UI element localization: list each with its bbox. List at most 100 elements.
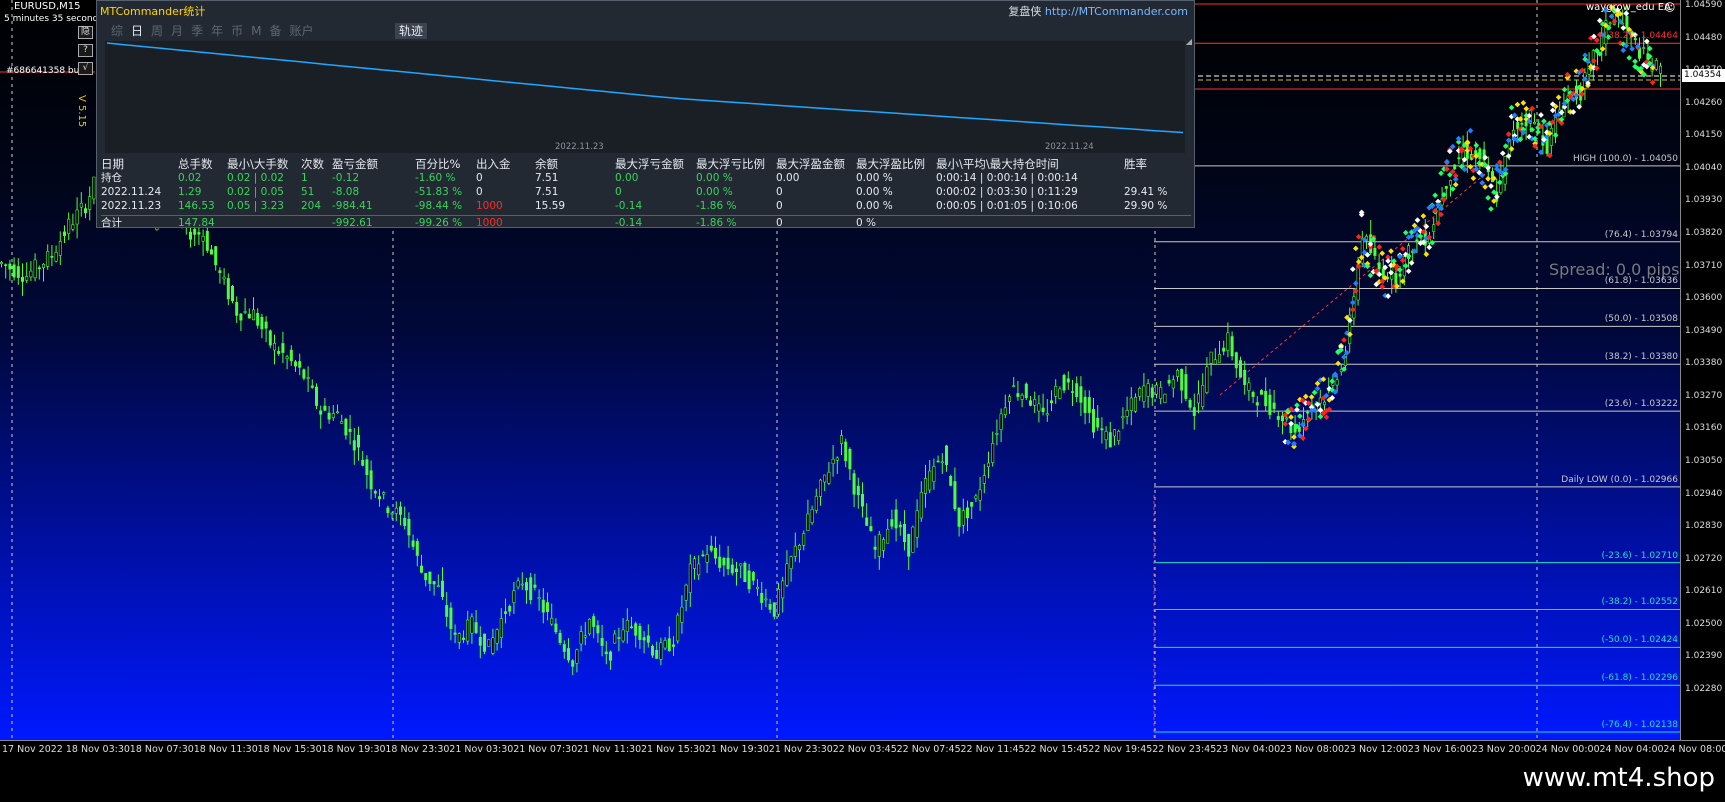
time-tick: 18 Nov 23:30 (385, 744, 450, 755)
candle-body (587, 618, 591, 635)
candle-body (377, 496, 381, 500)
table-cell: 0.00 % (856, 200, 893, 212)
chart-area[interactable]: EURUSD,M15 5 minutes 35 seconds left to … (0, 0, 1680, 740)
candle-body (1549, 128, 1553, 146)
candle-body (642, 637, 646, 641)
trade-marker (1549, 107, 1556, 114)
fib-level-label: (38.2) - 1.03380 (1604, 352, 1678, 363)
candle-body (231, 285, 235, 302)
trade-marker (1649, 79, 1656, 86)
trade-marker (1426, 244, 1433, 251)
candle-body (403, 517, 407, 526)
candle-body (663, 640, 667, 649)
panel-tab[interactable]: 备 (265, 23, 285, 39)
panel-tab[interactable]: 日 (127, 23, 147, 39)
candle-body (827, 471, 831, 484)
candle-body (566, 648, 570, 661)
candle-body (306, 377, 310, 379)
table-cell: 0.00 % (696, 186, 733, 198)
candle-body (915, 510, 919, 538)
panel-tab[interactable]: 年 (207, 23, 227, 39)
help-button[interactable]: ? (78, 44, 93, 57)
candle-body (453, 632, 457, 635)
panel-link[interactable]: 复盘侠 http://MTCommander.com (1008, 3, 1188, 19)
candle-body (344, 418, 348, 436)
trade-marker (1632, 58, 1638, 65)
candle-body (1096, 417, 1100, 428)
candle-body (894, 509, 898, 529)
price-tick: 1.02940 (1685, 488, 1723, 499)
table-cell: 15.59 (535, 200, 566, 212)
candle-body (503, 611, 507, 614)
candle-body (398, 506, 402, 515)
table-cell: -0.14 (615, 217, 643, 229)
price-tick: 1.03710 (1685, 260, 1723, 271)
candle-body (1134, 396, 1138, 412)
candle-body (12, 264, 16, 278)
trade-marker (1552, 132, 1559, 139)
smiley-icon[interactable]: ☺ (1664, 1, 1675, 14)
fib-level-label: HIGH (100.0) - 1.04050 (1573, 153, 1678, 164)
time-axis[interactable]: 17 Nov 2022 18 Nov 03:30 18 Nov 07:30 18 No… (0, 740, 1725, 758)
candle-body (1020, 394, 1024, 400)
mtcommander-stats-panel[interactable]: MTCommander统计 复盘侠 http://MTCommander.com… (96, 0, 1195, 229)
tab-track[interactable]: 轨迹 (395, 23, 428, 39)
candle-body (440, 580, 444, 597)
candle-body (810, 509, 814, 523)
candle-body (928, 470, 932, 491)
triangle-icon[interactable]: ◢ (1186, 37, 1192, 46)
table-cell: 2022.11.23 (101, 200, 162, 212)
trade-marker (1582, 76, 1588, 82)
panel-link-url[interactable]: http://MTCommander.com (1045, 5, 1188, 18)
candle-body (785, 563, 789, 586)
trade-marker (1485, 175, 1491, 182)
candle-body (482, 633, 486, 652)
candle-body (1176, 370, 1180, 377)
equity-date-start: 2022.11.23 (555, 142, 604, 152)
candle-body (466, 619, 470, 642)
panel-tab[interactable]: 季 (187, 23, 207, 39)
trade-marker (1523, 105, 1530, 112)
table-cell: -1.86 % (696, 217, 737, 229)
fib-level-label: (138.2) - 1.04464 (1599, 31, 1678, 42)
symbol-label: EURUSD,M15 (14, 1, 81, 12)
candle-body (512, 590, 516, 603)
fib-level-label: (23.6) - 1.03222 (1604, 399, 1678, 410)
price-tick: 1.02500 (1685, 618, 1723, 629)
candle-body (692, 558, 696, 569)
panel-tab[interactable]: 币 (227, 23, 247, 39)
panel-tab[interactable]: 综 (107, 23, 127, 39)
candle-body (734, 568, 738, 572)
candle-body (293, 361, 297, 367)
table-cell: 0 (615, 186, 622, 198)
panel-tab[interactable]: 月 (167, 23, 187, 39)
panel-tab[interactable]: 账户 (285, 23, 317, 39)
price-axis[interactable]: 1.045901.044801.043701.042601.041501.040… (1680, 0, 1725, 740)
candle-body (873, 546, 877, 550)
trade-marker (1311, 389, 1318, 396)
hide-button[interactable]: 隐 (78, 26, 93, 39)
trade-marker (1341, 337, 1347, 343)
candle-body (600, 638, 604, 646)
time-tick: 24 Nov 04:00 (1599, 744, 1664, 755)
price-tick: 1.03380 (1685, 358, 1723, 369)
candle-body (936, 460, 940, 463)
candle-body (982, 475, 986, 484)
check-button[interactable]: √ (78, 62, 93, 75)
candle-body (373, 491, 377, 494)
candle-body (62, 231, 66, 236)
candle-body (722, 558, 726, 566)
candle-body (495, 629, 499, 644)
candle-body (1373, 247, 1377, 256)
panel-tab[interactable]: M (247, 23, 265, 39)
candle-body (886, 528, 890, 544)
candle-body (331, 413, 335, 419)
candle-body (1092, 409, 1096, 433)
trade-marker (1485, 194, 1491, 201)
panel-tab[interactable]: 周 (147, 23, 167, 39)
trade-marker (1423, 251, 1430, 258)
candle-body (789, 556, 793, 569)
candle-body (529, 577, 533, 600)
candle-body (92, 176, 96, 200)
trade-marker (1494, 193, 1500, 200)
